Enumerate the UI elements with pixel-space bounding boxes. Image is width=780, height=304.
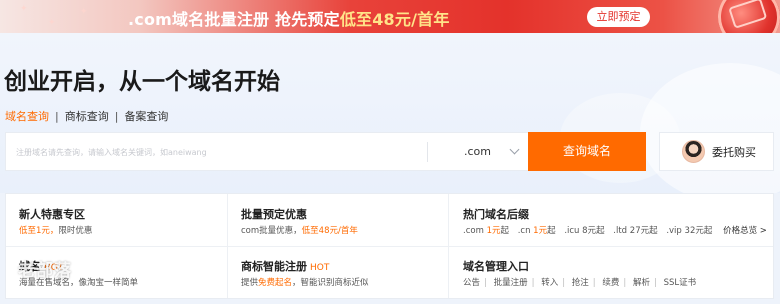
- agent-avatar: [682, 140, 705, 163]
- card-desc: 低至1元，限时优惠: [19, 224, 92, 236]
- suffix-price-item[interactable]: .cn 1元起: [518, 226, 556, 236]
- sparkle-icon: ✦: [48, 18, 56, 28]
- mgmt-link-backorder[interactable]: 抢注: [572, 278, 589, 288]
- consign-purchase-button[interactable]: 委托购买: [659, 132, 774, 171]
- card-desc-prefix: com批量优惠，: [241, 226, 302, 236]
- banner-text: .com域名批量注册 抢先预定低至48元/首年: [128, 6, 450, 30]
- card-title: 热门域名后缀: [463, 208, 529, 221]
- suffix-price-item[interactable]: .ltd 27元起: [613, 226, 657, 236]
- card-trademark-register[interactable]: 商标智能注册 HOT 提供免费起名，智能识别商标近似: [241, 246, 461, 298]
- sparkle-icon: ✦: [20, 4, 28, 14]
- card-desc-highlight: 低至48元/首年: [301, 226, 358, 236]
- card-newbie-offer[interactable]: 新人特惠专区 低至1元，限时优惠: [19, 194, 239, 246]
- mgmt-link-transfer-in[interactable]: 转入: [541, 278, 558, 288]
- suffix-price-item[interactable]: .icu 8元起: [564, 226, 604, 236]
- card-hot-suffixes: 热门域名后缀 .com 1元起 .cn 1元起 .icu 8元起 .ltd 27…: [463, 194, 768, 246]
- card-desc: 提供免费起名，智能识别商标近似: [241, 278, 369, 288]
- management-links: 公告 | 批量注册 | 转入 | 抢注 | 续费 | 解析 | SSL证书: [463, 278, 697, 288]
- gift-coin-icon: [709, 0, 780, 33]
- tab-trademark-query[interactable]: 商标查询: [65, 108, 109, 124]
- mgmt-link-dns[interactable]: 解析: [633, 278, 650, 288]
- consign-purchase-label: 委托购买: [712, 145, 756, 159]
- card-desc-rest: 限时优惠: [58, 226, 93, 236]
- search-domain-button[interactable]: 查询域名: [528, 132, 646, 171]
- reserve-now-button[interactable]: 立即预定: [587, 7, 650, 27]
- card-title: 新人特惠专区: [19, 208, 85, 221]
- card-desc: com批量优惠，低至48元/首年: [241, 224, 358, 236]
- card-title: 商标智能注册 HOT: [241, 260, 330, 273]
- promo-banner[interactable]: ✦ ✦ ✦ .com域名批量注册 抢先预定低至48元/首年 立即预定: [0, 0, 780, 33]
- divider: [427, 142, 428, 162]
- banner-text-highlight: 低至48元/首年: [339, 10, 450, 29]
- watermark: 老部落: [18, 261, 72, 281]
- chevron-down-icon: [509, 144, 520, 155]
- mgmt-link-notice[interactable]: 公告: [463, 278, 480, 288]
- suffix-price-item[interactable]: .vip 32元起: [666, 226, 712, 236]
- suffix-price-item[interactable]: .com 1元起: [463, 226, 509, 236]
- feature-cards: 新人特惠专区 低至1元，限时优惠 批量预定优惠 com批量优惠，低至48元/首年…: [5, 193, 774, 299]
- tab-separator: |: [55, 109, 59, 123]
- page-title: 创业开启，从一个域名开始: [4, 69, 280, 95]
- mgmt-link-ssl[interactable]: SSL证书: [664, 278, 697, 288]
- card-title: 域名管理入口: [463, 260, 529, 273]
- suffix-select[interactable]: .com: [464, 144, 520, 158]
- card-desc-highlight: 低至1元，: [19, 226, 59, 236]
- banner-text-prefix: .com域名批量注册 抢先预定: [128, 10, 340, 29]
- sparkle-icon: ✦: [80, 7, 88, 17]
- mgmt-link-batch-register[interactable]: 批量注册: [494, 278, 528, 288]
- domain-search-input[interactable]: [16, 142, 416, 162]
- price-overview-link[interactable]: 价格总览 >: [723, 226, 767, 236]
- tab-icp-query[interactable]: 备案查询: [124, 108, 168, 124]
- card-batch-reserve[interactable]: 批量预定优惠 com批量优惠，低至48元/首年: [241, 194, 461, 246]
- suffix-price-list: .com 1元起 .cn 1元起 .icu 8元起 .ltd 27元起 .vip…: [463, 224, 767, 236]
- tab-separator: |: [114, 109, 119, 123]
- card-title: 批量预定优惠: [241, 208, 307, 221]
- mgmt-link-renew[interactable]: 续费: [602, 278, 619, 288]
- query-tabs: 域名查询 | 商标查询 | 备案查询: [5, 108, 168, 124]
- tab-domain-query[interactable]: 域名查询: [5, 108, 49, 124]
- card-domain-management: 域名管理入口 公告 | 批量注册 | 转入 | 抢注 | 续费 | 解析 | SSL证书: [463, 246, 768, 298]
- hot-badge: HOT: [310, 263, 330, 273]
- suffix-select-value: .com: [464, 145, 491, 158]
